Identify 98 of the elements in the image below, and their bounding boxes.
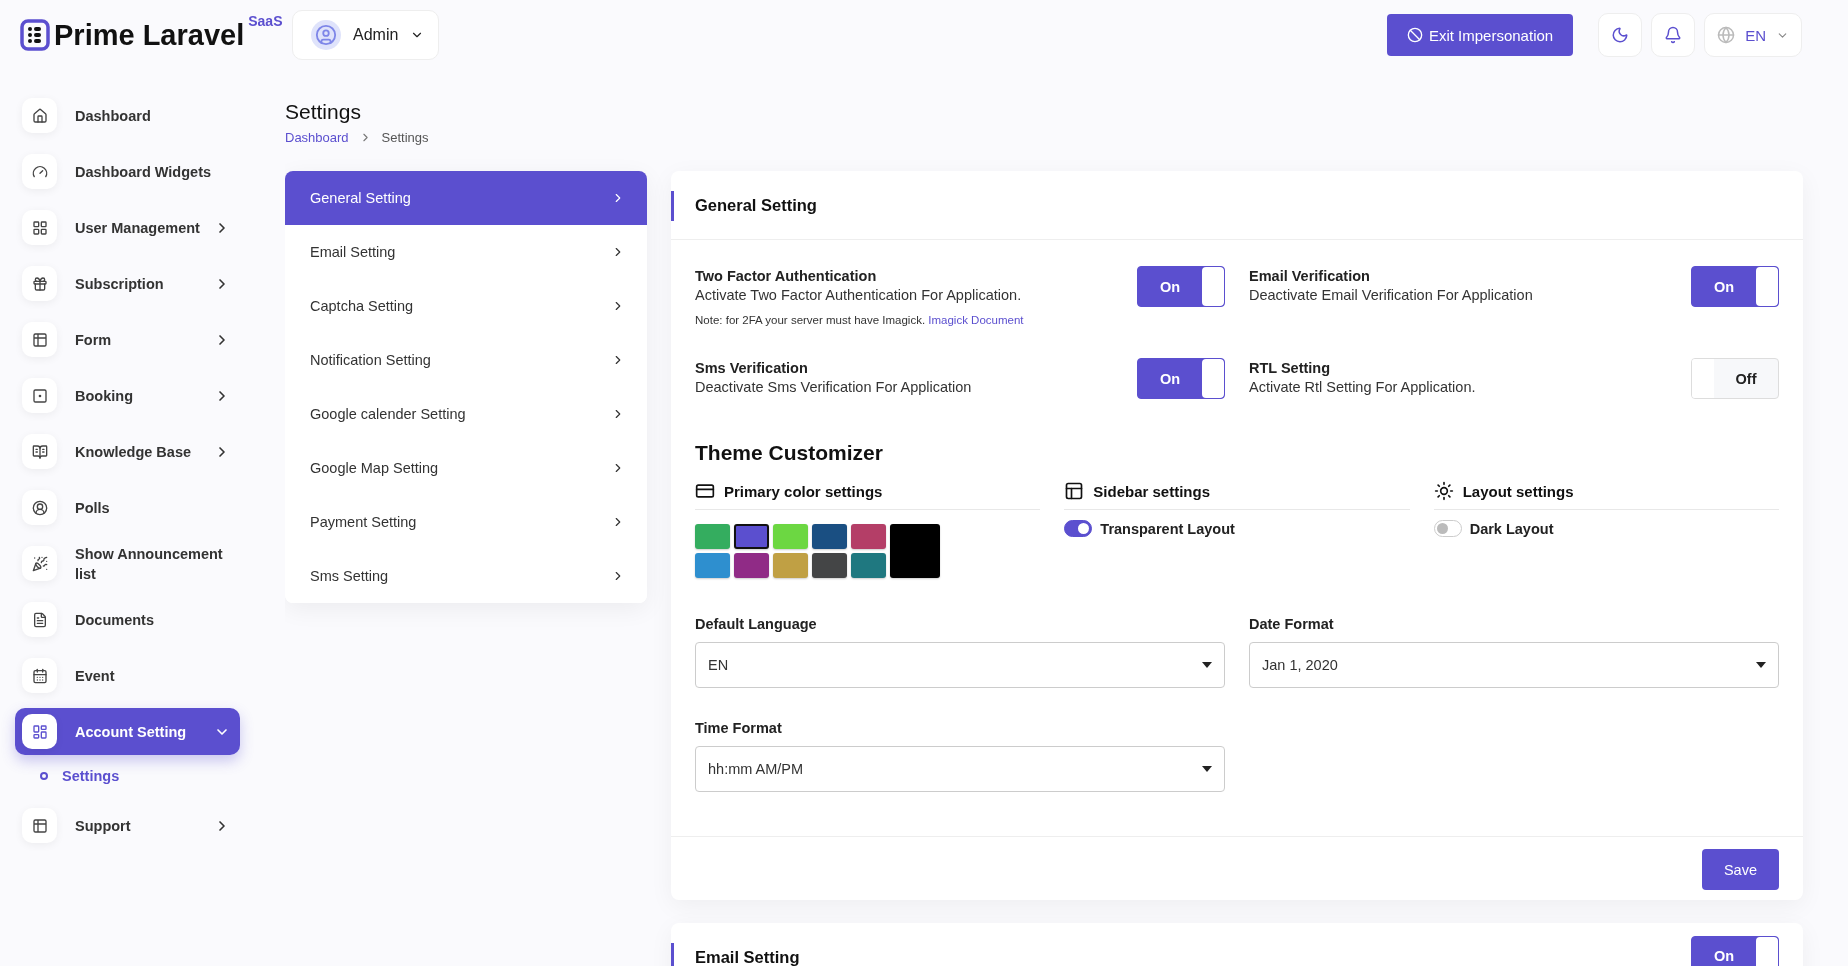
setting-description: Activate Rtl Setting For Application. bbox=[1249, 379, 1476, 395]
setting-description: Activate Two Factor Authentication For Application. bbox=[695, 287, 1023, 303]
setting-description: Deactivate Email Verification For Application bbox=[1249, 287, 1533, 303]
setting-description: Deactivate Sms Verification For Application bbox=[695, 379, 972, 395]
globe-icon bbox=[1717, 26, 1736, 44]
settings-menu-item[interactable]: Notification Setting bbox=[285, 333, 647, 387]
sidebar-subitem[interactable]: Settings bbox=[62, 768, 120, 784]
breadcrumb-current: Settings bbox=[381, 130, 429, 145]
toggle-switch[interactable]: Off bbox=[1691, 358, 1779, 399]
settings-menu-item[interactable]: Sms Setting bbox=[285, 549, 647, 603]
card-icon bbox=[695, 481, 715, 501]
sidebar-item[interactable]: Support bbox=[15, 802, 240, 849]
settings-menu-item[interactable]: General Setting bbox=[285, 171, 647, 225]
calendar-icon bbox=[22, 658, 57, 693]
color-swatch[interactable] bbox=[734, 553, 769, 578]
sidebar-item[interactable]: Knowledge Base bbox=[15, 428, 240, 475]
setting-note: Note: for 2FA your server must have Imagick. Imagick Document bbox=[695, 314, 1024, 326]
bullet-icon bbox=[40, 772, 48, 780]
settings-menu-item[interactable]: Google calender Setting bbox=[285, 387, 647, 441]
logo-icon bbox=[20, 19, 50, 51]
user-menu[interactable]: Admin bbox=[292, 10, 440, 60]
select-field[interactable]: Jan 1, 2020 bbox=[1249, 642, 1779, 688]
color-swatch[interactable] bbox=[773, 553, 808, 578]
sun-icon bbox=[1433, 481, 1454, 501]
bell-icon bbox=[1664, 26, 1683, 44]
sidebar-item[interactable]: Documents bbox=[15, 596, 240, 643]
setting-title: Two Factor Authentication bbox=[695, 268, 878, 284]
sidebar-item[interactable]: Subscription bbox=[15, 260, 240, 307]
subsection-title: Sidebar settings bbox=[1093, 482, 1211, 500]
setting-title: RTL Setting bbox=[1249, 360, 1332, 376]
sidebar-item[interactable]: Account Setting bbox=[15, 708, 240, 755]
toggle-switch[interactable]: On bbox=[1691, 266, 1779, 307]
sidebar-item[interactable]: User Management bbox=[15, 204, 240, 251]
grid-icon bbox=[22, 210, 57, 245]
caret-icon bbox=[1202, 662, 1212, 668]
book-icon bbox=[22, 434, 57, 469]
subsection-title: Primary color settings bbox=[724, 482, 883, 500]
sidebar-item[interactable]: Polls bbox=[15, 484, 240, 531]
note-link[interactable]: Imagick Document bbox=[928, 314, 1024, 326]
field-label: Date Format bbox=[1249, 616, 1335, 632]
color-swatch[interactable] bbox=[734, 524, 769, 549]
settings-menu-item[interactable]: Google Map Setting bbox=[285, 441, 647, 495]
brand-name: Prime Laravel bbox=[54, 18, 245, 53]
document-icon bbox=[22, 602, 57, 637]
color-swatch[interactable] bbox=[812, 524, 847, 549]
caret-icon bbox=[1202, 766, 1212, 772]
settings-menu-item[interactable]: Captcha Setting bbox=[285, 279, 647, 333]
toggle-switch[interactable]: On bbox=[1137, 358, 1225, 399]
subsection-title: Layout settings bbox=[1462, 482, 1574, 500]
setting-title: Email Verification bbox=[1249, 268, 1371, 284]
notification-button[interactable] bbox=[1651, 13, 1696, 57]
edition-label: SaaS bbox=[248, 13, 283, 29]
sidebar-item[interactable]: Booking bbox=[15, 372, 240, 419]
setting-title: Sms Verification bbox=[695, 360, 809, 376]
gift-icon bbox=[22, 266, 57, 301]
field-label: Time Format bbox=[695, 720, 783, 736]
dark-mode-button[interactable] bbox=[1598, 13, 1643, 57]
switch-label: Dark Layout bbox=[1469, 520, 1554, 537]
breadcrumb-link[interactable]: Dashboard bbox=[285, 130, 349, 145]
layout-icon bbox=[1064, 481, 1085, 501]
field-label: Default Language bbox=[695, 616, 818, 632]
select-field[interactable]: EN bbox=[695, 642, 1225, 688]
table-icon bbox=[22, 808, 57, 843]
sidebar-item[interactable]: Dashboard bbox=[15, 92, 240, 139]
settings-menu-item[interactable]: Email Setting bbox=[285, 225, 647, 279]
toggle-switch[interactable]: On bbox=[1691, 935, 1779, 966]
ban-icon bbox=[1406, 27, 1423, 43]
card-title: Email Setting bbox=[695, 947, 800, 966]
caret-icon bbox=[1756, 662, 1766, 668]
switch[interactable] bbox=[1064, 520, 1093, 537]
color-swatch[interactable] bbox=[773, 524, 808, 549]
avatar-icon bbox=[311, 20, 341, 50]
grid-plus-icon bbox=[22, 714, 57, 749]
switch-label: Transparent Layout bbox=[1100, 520, 1235, 537]
color-swatch[interactable] bbox=[890, 524, 940, 578]
color-swatch[interactable] bbox=[851, 553, 886, 578]
toggle-switch[interactable]: On bbox=[1137, 266, 1225, 307]
sidebar-item[interactable]: Form bbox=[15, 316, 240, 363]
moon-icon bbox=[1611, 26, 1630, 44]
select-field[interactable]: hh:mm AM/PM bbox=[695, 746, 1225, 792]
color-swatch[interactable] bbox=[851, 524, 886, 549]
color-swatch[interactable] bbox=[812, 553, 847, 578]
party-popper-icon bbox=[22, 546, 57, 581]
exit-impersonation-button[interactable]: Exit Impersonation bbox=[1386, 14, 1574, 56]
language-button[interactable]: EN bbox=[1704, 13, 1802, 57]
settings-menu-item[interactable]: Payment Setting bbox=[285, 495, 647, 549]
sidebar-item[interactable]: Dashboard Widgets bbox=[15, 148, 240, 195]
home-icon bbox=[22, 98, 57, 133]
section-title: Theme Customizer bbox=[695, 441, 884, 465]
sidebar-item[interactable]: Event bbox=[15, 652, 240, 699]
gauge-icon bbox=[22, 154, 57, 189]
sidebar-item[interactable]: Show Announcement list bbox=[15, 540, 240, 587]
page-title: Settings bbox=[285, 100, 362, 124]
save-button[interactable]: Save bbox=[1701, 849, 1779, 890]
table-icon bbox=[22, 322, 57, 357]
color-swatch[interactable] bbox=[695, 553, 730, 578]
card-title: General Setting bbox=[695, 195, 817, 215]
color-swatch[interactable] bbox=[695, 524, 730, 549]
